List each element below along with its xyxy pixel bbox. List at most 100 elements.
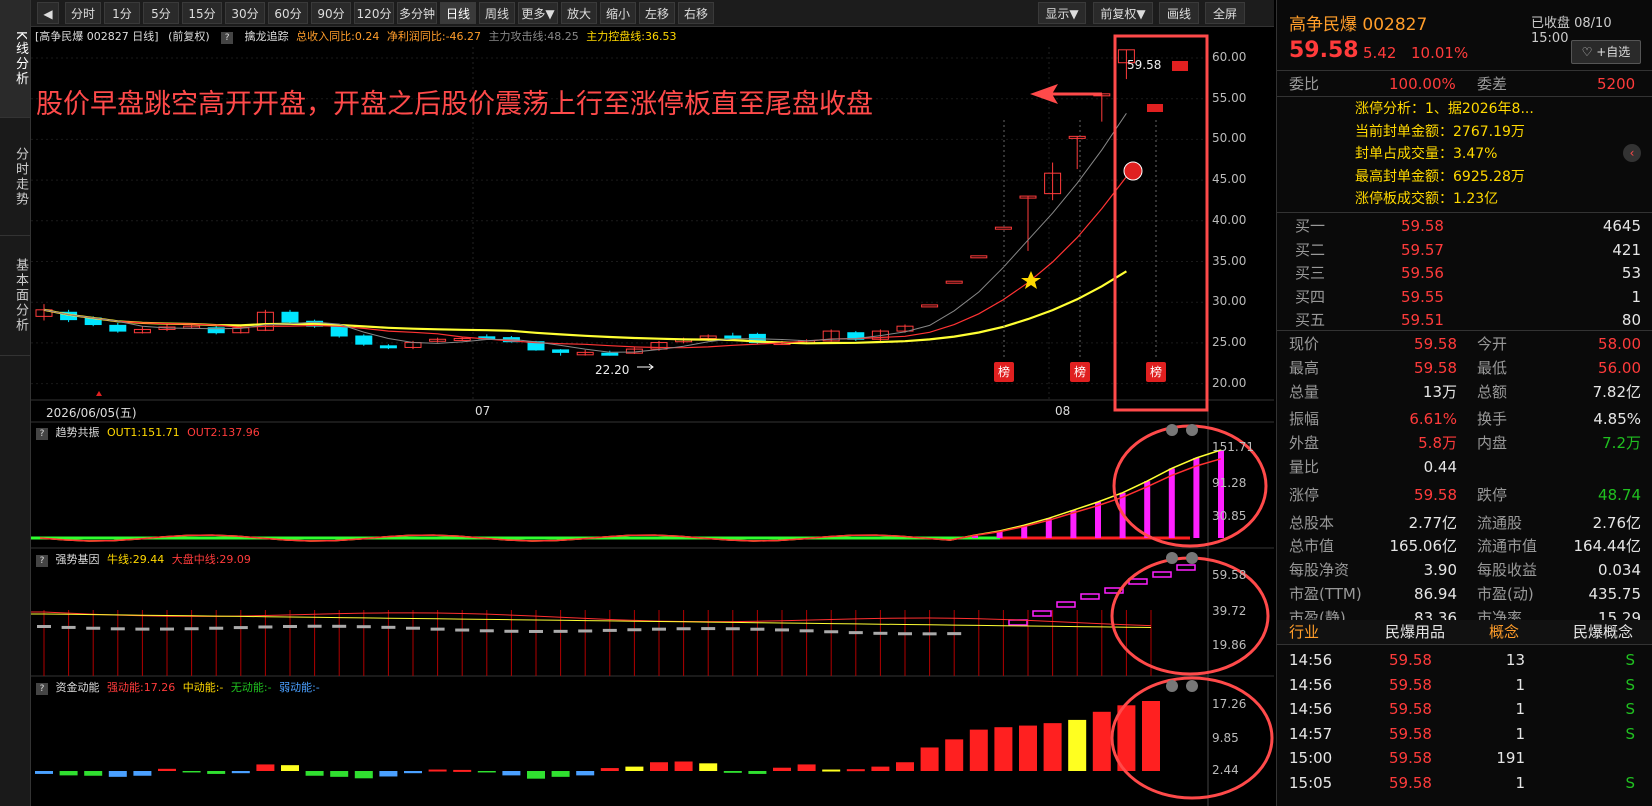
limit-up-info-line: 涨停板成交额：1.23亿 bbox=[1355, 191, 1499, 207]
candle-body bbox=[355, 335, 373, 345]
industry-value[interactable]: 民爆用品 bbox=[1385, 620, 1445, 644]
gene-dash bbox=[209, 626, 224, 630]
gene-dash bbox=[602, 628, 617, 632]
stat-value: 4.85% bbox=[1593, 410, 1641, 429]
bid-row: 买二 59.57 421 bbox=[1277, 238, 1652, 262]
bid-row: 买一 59.58 4645 bbox=[1277, 214, 1652, 238]
gene-dash bbox=[356, 625, 371, 629]
tick-volume: 13 bbox=[1505, 651, 1525, 669]
tick-price: 59.58 bbox=[1389, 724, 1432, 743]
gene-dash bbox=[725, 627, 740, 631]
stat-row: 总市值 165.06亿 流通市值 164.44亿 bbox=[1277, 534, 1652, 558]
tick-volume: 191 bbox=[1496, 749, 1525, 767]
stat-label: 换手 bbox=[1477, 410, 1508, 429]
bid-volume: 80 bbox=[1621, 311, 1641, 329]
stat-row: 量比 0.44 bbox=[1277, 455, 1652, 479]
fund-bar bbox=[551, 771, 570, 777]
fund-bar bbox=[158, 768, 176, 771]
fund-bar bbox=[1142, 701, 1160, 771]
trade-tick-row: 14:56 59.58 13 S bbox=[1277, 648, 1652, 672]
help-icon[interactable]: ? bbox=[36, 555, 48, 567]
fund-bar bbox=[625, 766, 644, 771]
stat-label: 量比 bbox=[1289, 458, 1320, 476]
stat-label: 最高 bbox=[1289, 358, 1320, 377]
fund-bar bbox=[773, 767, 791, 771]
tick-time: 14:57 bbox=[1289, 724, 1333, 743]
stat-value: 3.90 bbox=[1423, 561, 1457, 580]
fund-bar bbox=[231, 771, 250, 774]
fund-bar bbox=[920, 747, 939, 771]
stat-label: 总额 bbox=[1477, 382, 1508, 401]
fund-bar bbox=[207, 771, 226, 774]
gene-dash bbox=[701, 627, 716, 631]
gene-dash bbox=[922, 632, 937, 636]
bid-volume: 1 bbox=[1631, 287, 1641, 306]
help-icon[interactable]: ? bbox=[36, 683, 48, 695]
stat-label: 跌停 bbox=[1477, 485, 1508, 504]
trend-bar bbox=[1144, 481, 1151, 538]
weicha-label: 委差 bbox=[1477, 75, 1508, 93]
bang-badge[interactable]: 榜 bbox=[994, 362, 1014, 382]
collapse-icon[interactable]: ‹ bbox=[1623, 144, 1641, 162]
bang-badge[interactable]: 榜 bbox=[1070, 362, 1090, 382]
fund-bar bbox=[330, 771, 349, 777]
gene-dash bbox=[775, 628, 789, 632]
y-tick-label: 45.00 bbox=[1212, 172, 1247, 187]
bid-price: 59.58 bbox=[1401, 217, 1444, 235]
limit-up-info-line[interactable]: 涨停分析：1、据2026年8... bbox=[1355, 98, 1534, 118]
tick-side: S bbox=[1625, 773, 1635, 792]
stat-row: 总股本 2.77亿 流通股 2.76亿 bbox=[1277, 511, 1652, 535]
rocket-icon bbox=[1123, 161, 1143, 181]
stat-value: 56.00 bbox=[1598, 358, 1641, 377]
fund-bar bbox=[354, 771, 373, 779]
stat-row: 每股净资 3.90 每股收益 0.034 bbox=[1277, 558, 1652, 582]
fund-bar bbox=[1092, 711, 1111, 771]
gear-icon bbox=[1166, 680, 1178, 692]
help-icon[interactable]: ? bbox=[36, 428, 48, 440]
fund-bar bbox=[576, 771, 595, 776]
panel1-out2: OUT2:137.96 bbox=[187, 426, 260, 439]
fund-bar bbox=[35, 771, 53, 774]
stat-value: 2.77亿 bbox=[1408, 513, 1457, 532]
concept-value[interactable]: 民爆概念 bbox=[1573, 620, 1633, 644]
stat-label: 今开 bbox=[1477, 335, 1508, 353]
stat-value: 59.58 bbox=[1414, 485, 1457, 504]
flag-icon bbox=[1147, 104, 1163, 112]
candle-body bbox=[109, 324, 127, 332]
candle-body bbox=[281, 311, 299, 323]
bid-volume: 421 bbox=[1612, 240, 1641, 259]
candle-body bbox=[552, 349, 570, 353]
bang-badge[interactable]: 榜 bbox=[1146, 362, 1166, 382]
weibi-row: 委比 100.00% 委差 5200 bbox=[1277, 72, 1652, 96]
gene-dash bbox=[381, 625, 396, 629]
add-watchlist-button[interactable]: ♡ +自选 bbox=[1571, 40, 1641, 64]
stat-value: 7.2万 bbox=[1602, 434, 1641, 453]
gene-dash bbox=[233, 626, 248, 630]
panel3-l4: 弱动能:- bbox=[279, 681, 320, 694]
quote-stock-name: 高争民爆 002827 bbox=[1289, 15, 1428, 35]
stat-value: 58.00 bbox=[1598, 335, 1641, 353]
close-icon bbox=[1186, 552, 1198, 564]
stat-value: 165.06亿 bbox=[1389, 537, 1458, 556]
trend-bar bbox=[1070, 510, 1077, 538]
limit-up-info-line: 封单占成交量：3.47% bbox=[1355, 146, 1498, 162]
trade-tick-row: 14:57 59.58 1 S bbox=[1277, 722, 1652, 746]
gene-dash bbox=[529, 629, 543, 633]
stat-label: 内盘 bbox=[1477, 434, 1508, 453]
gene-dash bbox=[578, 629, 593, 633]
panel1-name: 趋势共振 bbox=[55, 426, 100, 439]
gene-dash bbox=[61, 625, 76, 629]
gene-dash bbox=[504, 629, 519, 633]
gene-dash bbox=[553, 629, 568, 633]
fund-bar bbox=[527, 771, 545, 779]
trade-tick-row: 15:00 59.58 191 bbox=[1277, 746, 1652, 770]
fund-bar bbox=[256, 764, 275, 771]
gene-dash bbox=[873, 631, 888, 635]
tick-side: S bbox=[1625, 700, 1635, 718]
p1-tick: 151.71 bbox=[1212, 440, 1254, 454]
y-tick-label: 25.00 bbox=[1212, 334, 1247, 349]
bid-price: 59.56 bbox=[1401, 264, 1444, 282]
stat-value: 13万 bbox=[1422, 382, 1457, 401]
p1-tick: 91.28 bbox=[1212, 476, 1247, 490]
stat-label: 每股收益 bbox=[1477, 561, 1538, 580]
